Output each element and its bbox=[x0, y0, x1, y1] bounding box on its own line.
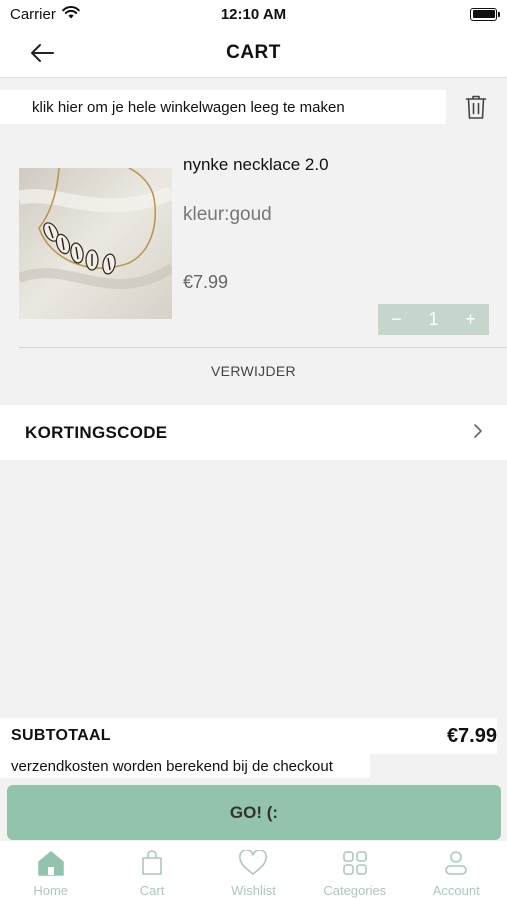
increment-button[interactable]: + bbox=[456, 309, 486, 330]
status-bar: Carrier 12:10 AM bbox=[0, 0, 507, 28]
trash-icon bbox=[465, 95, 487, 119]
battery-icon bbox=[470, 7, 500, 21]
clear-cart-row: klik hier om je hele winkelwagen leeg te… bbox=[0, 87, 507, 127]
back-button[interactable] bbox=[28, 40, 56, 66]
grid-icon bbox=[342, 849, 368, 877]
status-left: Carrier bbox=[10, 6, 80, 23]
subtotal-row: SUBTOTAAL €7.99 bbox=[0, 718, 497, 754]
tab-categories[interactable]: Categories bbox=[304, 841, 405, 898]
discount-code-row[interactable]: KORTINGSCODE bbox=[0, 405, 507, 460]
arrow-left-icon bbox=[31, 44, 54, 62]
carrier-label: Carrier bbox=[10, 5, 56, 23]
tab-account[interactable]: Account bbox=[406, 841, 507, 898]
cart-item: nynke necklace 2.0 kleur:goud €7.99 − 1 … bbox=[0, 135, 507, 395]
tab-wishlist-label: Wishlist bbox=[231, 883, 276, 898]
wifi-icon bbox=[62, 5, 80, 23]
quantity-stepper: − 1 + bbox=[378, 304, 489, 335]
tab-bar: Home Cart Wishlist Categories Account bbox=[0, 841, 507, 900]
subtotal-value: €7.99 bbox=[446, 724, 497, 747]
product-name[interactable]: nynke necklace 2.0 bbox=[183, 155, 329, 175]
nav-bar: CART bbox=[0, 28, 507, 78]
discount-code-label: KORTINGSCODE bbox=[25, 422, 168, 442]
tab-cart[interactable]: Cart bbox=[102, 841, 203, 898]
heart-icon bbox=[238, 849, 268, 877]
quantity-value: 1 bbox=[428, 309, 439, 329]
shipping-note: verzendkosten worden berekend bij de che… bbox=[0, 754, 370, 778]
decrement-button[interactable]: − bbox=[382, 309, 412, 330]
tab-account-label: Account bbox=[432, 883, 480, 898]
checkout-button[interactable]: GO! (: bbox=[7, 785, 501, 840]
tab-home[interactable]: Home bbox=[0, 841, 101, 898]
product-price: €7.99 bbox=[183, 272, 229, 292]
tab-categories-label: Categories bbox=[323, 883, 387, 898]
user-icon bbox=[444, 849, 468, 877]
tab-home-label: Home bbox=[33, 883, 69, 898]
clear-cart-button[interactable] bbox=[463, 93, 489, 121]
tab-cart-label: Cart bbox=[139, 883, 165, 898]
page-title: CART bbox=[226, 41, 281, 63]
subtotal-label: SUBTOTAAL bbox=[11, 727, 111, 744]
divider bbox=[19, 347, 507, 348]
tab-wishlist[interactable]: Wishlist bbox=[203, 841, 304, 898]
bag-icon bbox=[141, 849, 163, 877]
clear-cart-link[interactable]: klik hier om je hele winkelwagen leeg te… bbox=[32, 90, 446, 124]
remove-item-button[interactable]: VERWIJDER bbox=[0, 363, 507, 379]
clear-cart-spacer bbox=[0, 90, 32, 124]
product-image[interactable] bbox=[19, 168, 172, 319]
product-color: kleur:goud bbox=[183, 204, 272, 225]
home-icon bbox=[37, 849, 65, 877]
chevron-right-icon bbox=[474, 424, 482, 438]
